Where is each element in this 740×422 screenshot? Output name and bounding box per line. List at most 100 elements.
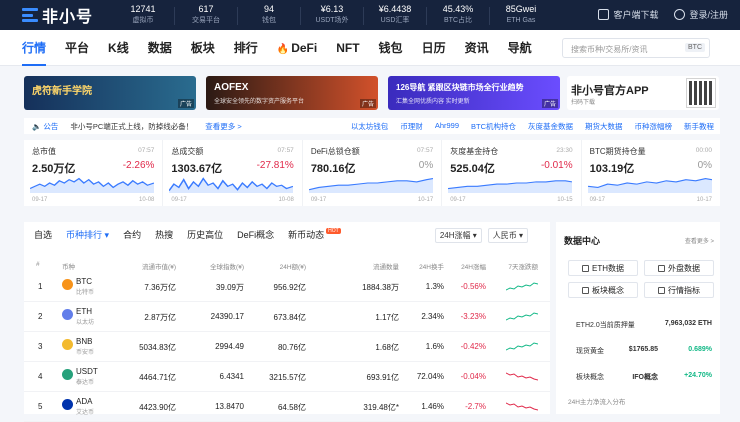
data-center-button[interactable]: 外盘数据 bbox=[644, 260, 714, 276]
table-row[interactable]: 1 BTC 比特币 7.36万亿 39.09万 956.92亿 1884.38万 1.3% -0… bbox=[24, 272, 550, 302]
kpi-card[interactable]: 总市值 07:57 2.50万亿 -2.26% 09-17 10-08 bbox=[24, 140, 164, 206]
column-header[interactable]: 24H换手 bbox=[419, 261, 444, 271]
trend-sparkline bbox=[506, 282, 538, 291]
stat-item: 45.43% BTC占比 bbox=[427, 4, 489, 26]
currency-select[interactable]: 人民币 ▾ bbox=[487, 228, 528, 243]
market-tab[interactable]: DeFi概念 bbox=[237, 228, 274, 241]
stat-item: 85Gwei ETH Gas bbox=[490, 4, 552, 26]
user-icon bbox=[674, 9, 686, 20]
nav-item[interactable]: 日历 bbox=[422, 30, 446, 66]
logo[interactable]: 非小号 bbox=[22, 5, 93, 26]
kpi-card[interactable]: 总成交额 07:57 1303.67亿 -27.81% 09-17 10-08 bbox=[163, 140, 303, 206]
kpi-card[interactable]: BTC期货持仓量 00:00 103.19亿 0% 09-17 10-17 bbox=[582, 140, 720, 206]
data-center-button[interactable]: 板块概念 bbox=[568, 282, 638, 298]
banner-126[interactable]: 126导航 紧跟区块链市场全行业趋势 汇集全网优质内容 实时更新 广告 bbox=[388, 76, 560, 110]
login-label: 登录/注册 bbox=[689, 10, 728, 20]
nav-item[interactable]: 板块 bbox=[191, 30, 215, 66]
data-center-button[interactable]: ETH数据 bbox=[568, 260, 638, 276]
market-tab[interactable]: 币种排行 ▾ bbox=[66, 228, 109, 241]
app-promo[interactable]: 非小号官方APP 扫码下载 bbox=[567, 76, 719, 110]
ad-label: 广告 bbox=[541, 99, 558, 108]
quick-link[interactable]: Ahr999 bbox=[435, 121, 459, 132]
kpi-time: 23:30 bbox=[556, 147, 573, 154]
quick-link[interactable]: 新手教程 bbox=[684, 121, 714, 132]
nav-item[interactable]: 🔥 DeFi bbox=[277, 30, 317, 66]
column-header[interactable]: 流通市值(¥) bbox=[142, 261, 176, 271]
quick-link[interactable]: 灰度基金数据 bbox=[528, 121, 573, 132]
kpi-start-date: 09-17 bbox=[450, 197, 466, 203]
download-button[interactable]: 客户端下载 bbox=[598, 8, 658, 21]
coin-symbol[interactable]: BTC bbox=[76, 277, 92, 286]
kpi-start-date: 09-17 bbox=[310, 197, 327, 203]
search-badge[interactable]: BTC bbox=[685, 43, 705, 52]
quick-link[interactable]: 期货大数据 bbox=[585, 121, 623, 132]
data-center-more-link[interactable]: 查看更多 > bbox=[685, 236, 714, 245]
banner-hoo[interactable]: 虎符新手学院 广告 bbox=[24, 76, 196, 110]
stat-item: ¥6.13 USDT场外 bbox=[301, 4, 363, 26]
nav-item[interactable]: 平台 bbox=[65, 30, 89, 66]
row-value: 0.689% bbox=[688, 346, 712, 353]
notice-tag: 🔈 公告 bbox=[32, 121, 58, 132]
qr-code-icon bbox=[686, 78, 716, 108]
data-center-button[interactable]: 行情指标 bbox=[644, 282, 714, 298]
notice-more-link[interactable]: 查看更多 > bbox=[205, 121, 241, 132]
market-tab[interactable]: 自选 bbox=[34, 228, 52, 241]
kpi-card[interactable]: DeFi总锁仓额 07:57 780.16亿 0% 09-17 10-17 bbox=[303, 140, 443, 206]
nav-item-label: 资讯 bbox=[464, 41, 489, 55]
change-period-select[interactable]: 24H涨幅 ▾ bbox=[434, 228, 482, 243]
market-tab[interactable]: 合约 bbox=[123, 228, 141, 241]
nav-item[interactable]: 资讯 bbox=[465, 30, 489, 66]
coin-symbol[interactable]: ADA bbox=[76, 397, 92, 406]
coin-icon bbox=[62, 399, 73, 410]
login-button[interactable]: 登录/注册 bbox=[674, 8, 728, 21]
cell-value: 80.76亿 bbox=[277, 343, 306, 352]
top-bar: 非小号 12741 虚拟币 617 交易平台 94 钱包 ¥6.13 USDT场外 ¥6.443… bbox=[0, 0, 740, 30]
quick-link[interactable]: 以太坊钱包 bbox=[351, 121, 389, 132]
cell-value: 2994.49 bbox=[215, 342, 244, 351]
kpi-card[interactable]: 灰度基金持仓 23:30 525.04亿 -0.01% 09-17 10-15 bbox=[442, 140, 582, 206]
table-row[interactable]: 4 USDT 泰达币 4464.71亿 6.4341 3215.57亿 693.91亿 72.… bbox=[24, 362, 550, 392]
market-tab[interactable]: 历史高位 bbox=[187, 228, 223, 241]
search-input[interactable]: 搜索币种/交易所/资讯 BTC bbox=[562, 38, 710, 58]
quick-link[interactable]: 币种涨幅榜 bbox=[635, 121, 673, 132]
coin-symbol[interactable]: BNB bbox=[76, 337, 92, 346]
banner-aofex[interactable]: AOFEX 全球安全领先的数字资产服务平台 广告 bbox=[206, 76, 378, 110]
nav-item[interactable]: 数据 bbox=[148, 30, 172, 66]
table-row[interactable]: 2 ETH 以太坊 2.87万亿 24390.17 673.84亿 1.17亿 2.34% -3… bbox=[24, 302, 550, 332]
notice-message[interactable]: 非小号PC端正式上线，防掉线必备！ bbox=[70, 121, 193, 132]
trend-sparkline bbox=[506, 372, 538, 381]
nav-item[interactable]: NFT bbox=[336, 30, 359, 66]
coin-symbol[interactable]: ETH bbox=[76, 307, 92, 316]
cell-value: -3.23% bbox=[460, 312, 486, 321]
nav-item[interactable]: 钱包 bbox=[379, 30, 403, 66]
data-center-row[interactable]: 板块概念 +24.70% IFO概念 bbox=[576, 368, 712, 384]
column-header[interactable]: 7天涨跌额 bbox=[508, 261, 538, 271]
sparkline-area bbox=[30, 178, 154, 193]
quick-link[interactable]: 币理财 bbox=[400, 121, 423, 132]
stat-value: 85Gwei bbox=[505, 4, 537, 14]
nav-item[interactable]: 行情 bbox=[22, 30, 47, 66]
quick-link[interactable]: BTC机构持仓 bbox=[471, 121, 516, 132]
nav-item[interactable]: K线 bbox=[108, 30, 129, 66]
nav-item-label: 行情 bbox=[22, 41, 47, 55]
nav-item[interactable]: 排行 bbox=[234, 30, 258, 66]
table-row[interactable]: 3 BNB 币安币 5034.83亿 2994.49 80.76亿 1.68亿 1.6% -0.… bbox=[24, 332, 550, 362]
sparkline-area bbox=[308, 178, 433, 193]
column-header: # bbox=[36, 261, 40, 268]
market-tab[interactable]: 新币动态 HOT bbox=[288, 228, 341, 241]
column-header[interactable]: 24H额(¥) bbox=[280, 261, 306, 271]
column-header[interactable]: 24H涨幅 bbox=[461, 261, 486, 271]
data-center-row[interactable]: 现货黄金 0.689% $1765.85 bbox=[576, 342, 712, 358]
nav-item[interactable]: 导航 bbox=[508, 30, 532, 66]
cell-value: 693.91亿 bbox=[366, 373, 399, 382]
column-header[interactable]: 全球指数(¥) bbox=[210, 261, 244, 271]
cell-value: 319.48亿* bbox=[363, 403, 399, 412]
cell-value: 64.58亿 bbox=[277, 403, 306, 412]
coin-symbol[interactable]: USDT bbox=[76, 367, 98, 376]
table-row[interactable]: 5 ADA 艾达币 4423.90亿 13.8470 64.58亿 319.48亿* 1.46… bbox=[24, 392, 550, 422]
column-header[interactable]: 流通数量 bbox=[373, 261, 399, 271]
data-center-row[interactable]: ETH2.0当前质押量 7,963,032 ETH bbox=[576, 316, 712, 332]
cell-value: 4423.90亿 bbox=[139, 403, 176, 412]
row-secondary-value: $1765.85 bbox=[628, 346, 658, 353]
market-tab[interactable]: 热搜 bbox=[155, 228, 173, 241]
